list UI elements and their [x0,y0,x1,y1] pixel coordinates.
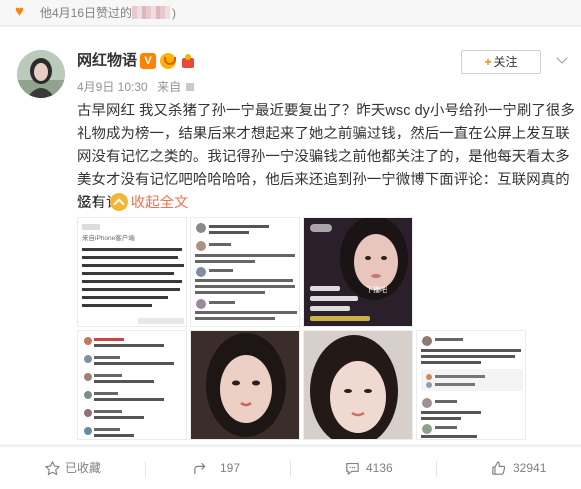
comment-icon [346,462,359,475]
comment-button[interactable]: 4136 [291,447,436,489]
follow-label: 关注 [493,55,518,69]
post-image-7[interactable] [416,330,526,440]
weibo-card: 网红物语 V 4月9日 10:30 来自 + 关注 古早网红 我又杀猪了孙一宁最近… [0,27,581,444]
star-icon [45,461,60,476]
like-count: 32941 [513,461,547,475]
heart-icon: ♥ [15,3,24,20]
post-image-2[interactable] [190,217,300,327]
follow-button[interactable]: + 关注 [461,50,541,74]
collapse-icon[interactable] [109,193,128,211]
forward-button[interactable]: 197 [146,447,291,489]
verified-badge-icon[interactable]: V [140,53,156,69]
post-image-4[interactable] [77,330,187,440]
image-3-caption: 下播吧 [366,285,387,294]
like-button[interactable]: 32941 [437,447,581,489]
gift-badge-icon[interactable] [180,53,196,69]
post-image-1[interactable]: 来自iPhone客户端 [77,217,187,327]
like-icon [492,461,506,475]
liked-by-text: 他4月16日赞过的 [40,6,133,20]
source-mosaic [186,83,194,91]
post-text-tail: 忆！ [77,195,106,211]
collect-button[interactable]: 已收藏 [0,447,145,489]
post-meta: 4月9日 10:30 来自 [77,79,181,95]
chevron-down-icon[interactable] [554,52,570,68]
liked-by-mosaic [132,6,170,19]
post-image-6[interactable] [303,330,413,440]
plus-icon: + [484,55,492,69]
forward-count: 197 [220,461,241,475]
collect-label: 已收藏 [65,461,102,475]
post-image-3[interactable]: 下播吧 [303,217,413,327]
collapse-line: 忆！ 收起全文 [77,192,188,215]
post-image-5[interactable] [190,330,300,440]
liked-by-suffix: ) [172,6,176,20]
liked-by-bar: ♥ 他4月16日赞过的 ) [0,0,581,26]
action-bar: 已收藏 197 4136 32941 [0,446,581,489]
member-badge-icon[interactable] [160,53,176,69]
comment-count: 4136 [366,461,393,475]
collapse-link[interactable]: 收起全文 [131,195,189,211]
post-time[interactable]: 4月9日 10:30 [77,80,148,94]
post-source: 来自 [157,80,182,94]
share-icon [194,462,206,475]
avatar[interactable] [17,50,65,98]
author-name[interactable]: 网红物语 [77,51,137,71]
image-1-caption: 来自iPhone客户端 [82,233,135,242]
